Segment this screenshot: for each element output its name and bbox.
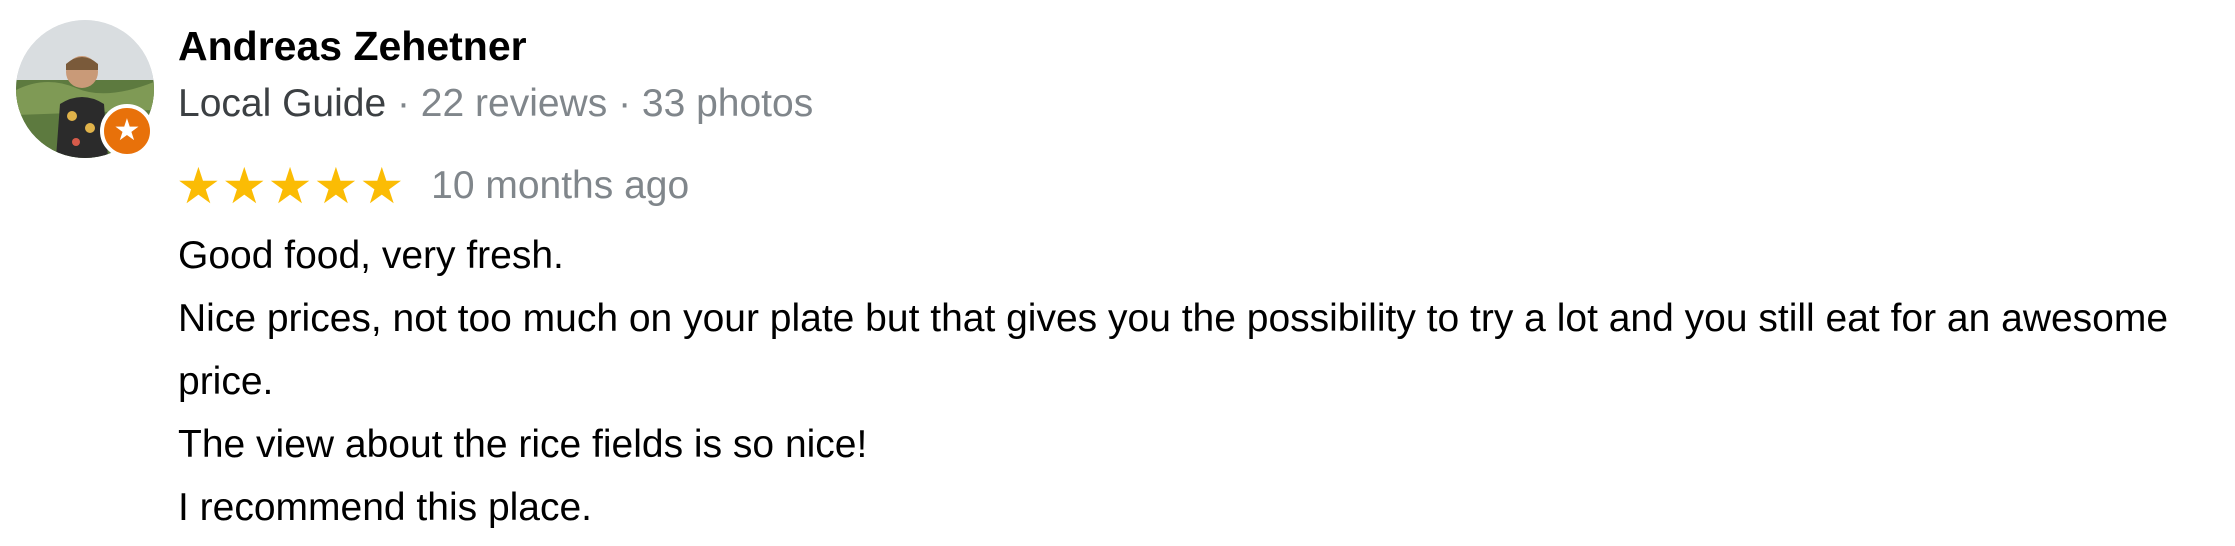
- local-guide-star-icon: ★: [100, 104, 154, 158]
- rating-row: ★ ★ ★ ★ ★ 10 months ago: [176, 158, 689, 214]
- star-icon: ★: [313, 157, 359, 215]
- review-card: ★ Andreas Zehetner Local Guide · 22 revi…: [0, 0, 2235, 546]
- review-time: 10 months ago: [431, 164, 690, 207]
- review-line: I recommend this place.: [178, 486, 593, 529]
- star-icon: ★: [267, 157, 313, 215]
- star-icon: ★: [176, 157, 221, 215]
- review-line: The view about the rice fields is so nic…: [178, 423, 868, 466]
- review-line: Nice prices, not too much on your plate …: [178, 297, 2169, 403]
- reviewer-name[interactable]: Andreas Zehetner: [178, 20, 527, 72]
- review-count: · 22 reviews: [396, 82, 608, 125]
- star-icon: ★: [221, 157, 267, 215]
- local-guide-label: Local Guide: [178, 82, 387, 125]
- star-icon: ★: [359, 157, 405, 215]
- star-rating: ★ ★ ★ ★ ★: [176, 161, 405, 211]
- photo-count: · 33 photos: [618, 82, 814, 125]
- review-text: Good food, very fresh. Nice prices, not …: [178, 224, 2218, 539]
- reviewer-meta: Local Guide · 22 reviews · 33 photos: [178, 78, 813, 130]
- review-line: Good food, very fresh.: [178, 234, 564, 277]
